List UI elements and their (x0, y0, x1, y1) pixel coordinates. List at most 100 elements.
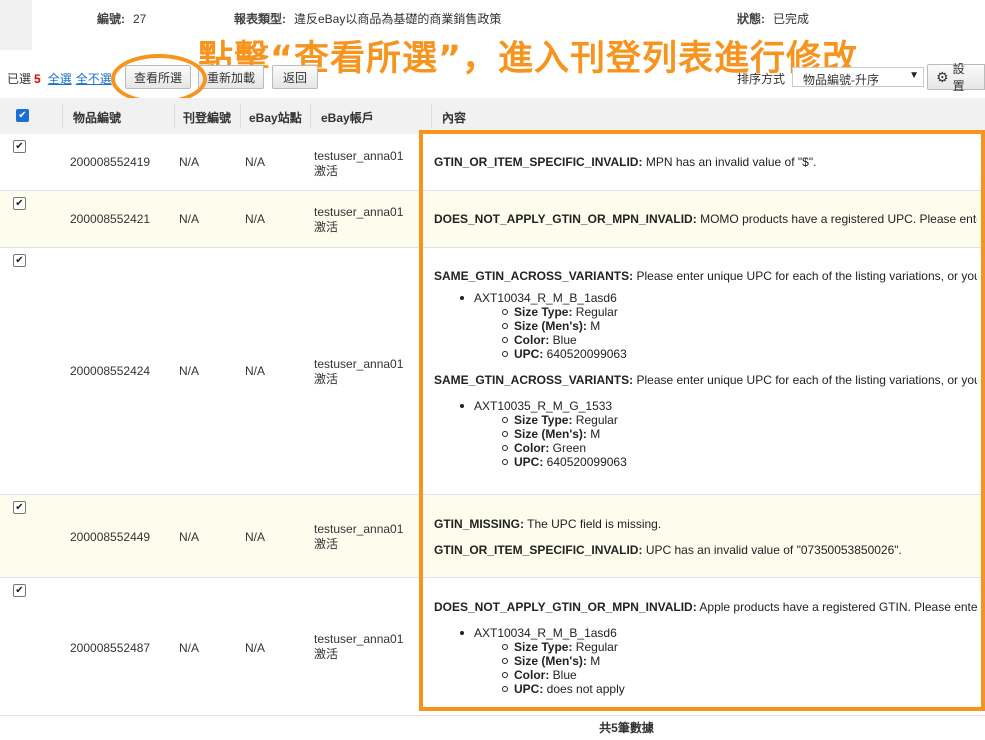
item-number: 200008552487 (70, 641, 151, 655)
column-header-content: 內容 (442, 111, 467, 125)
ebay-account: testuser_anna01 激活 (314, 149, 403, 179)
error-text: Apple products have a registered GTIN. P… (696, 600, 977, 614)
error-message: GTIN_MISSING: The UPC field is missing. (434, 517, 977, 531)
account-name: testuser_anna01 (314, 632, 404, 646)
account-status: 激活 (314, 220, 339, 234)
column-divider (240, 104, 241, 128)
attr-label: Size Type: (514, 640, 573, 654)
attr-label: UPC: (514, 455, 544, 469)
ebay-site: N/A (245, 212, 266, 226)
attr-label: Color: (514, 668, 550, 682)
attr-value: 640520099063 (543, 347, 627, 361)
account-name: testuser_anna01 (314, 149, 404, 163)
ebay-account: testuser_anna01 激活 (314, 522, 403, 552)
account-name: testuser_anna01 (314, 522, 404, 536)
attr-value: M (586, 319, 601, 333)
error-text: Please enter unique UPC for each of the … (633, 373, 977, 387)
account-name: testuser_anna01 (314, 357, 404, 371)
variation-list: AXT10035_R_M_G_1533 Size Type: Regular S… (434, 399, 977, 469)
list-item: AXT10034_R_M_B_1asd6 (434, 291, 977, 305)
attr-value: Regular (572, 413, 618, 427)
selected-label: 已選 (7, 72, 32, 86)
list-item: Color: Blue (434, 333, 977, 347)
attr-label: UPC: (514, 347, 544, 361)
list-item: Size (Men's): M (434, 427, 977, 441)
gear-icon: ⚙ (936, 68, 949, 85)
variation-sku: AXT10034_R_M_B_1asd6 (474, 626, 617, 640)
item-number: 200008552449 (70, 530, 151, 544)
back-button[interactable]: 返回 (272, 65, 318, 89)
sort-label: 排序方式 (737, 72, 786, 86)
content-cell: DOES_NOT_APPLY_GTIN_OR_MPN_INVALID: MOMO… (434, 212, 977, 226)
table-row: ✔ 200008552424 N/A N/A testuser_anna01 激活… (0, 248, 985, 495)
table-header: ✔ 物品編號 刊登編號 eBay站點 eBay帳戶 內容 (0, 98, 985, 135)
account-name: testuser_anna01 (314, 205, 404, 219)
attr-value: Regular (572, 305, 618, 319)
table-row: ✔ 200008552449 N/A N/A testuser_anna01 激活… (0, 495, 985, 578)
account-status: 激活 (314, 164, 339, 178)
list-item: Size Type: Regular (434, 305, 977, 319)
attr-value: Blue (549, 668, 577, 682)
attr-label: Color: (514, 441, 550, 455)
select-none-link[interactable]: 全不選 (76, 72, 112, 86)
variation-sku: AXT10034_R_M_B_1asd6 (474, 291, 617, 305)
attr-value: Blue (549, 333, 577, 347)
row-checkbox[interactable]: ✔ (13, 254, 26, 267)
list-item: Color: Green (434, 441, 977, 455)
attr-value: does not apply (543, 682, 625, 696)
variation-list: AXT10034_R_M_B_1asd6 Size Type: Regular … (434, 626, 977, 696)
column-header-account: eBay帳戶 (321, 111, 374, 125)
report-type: 報表類型: 違反eBay以商品為基礎的商業銷售政策 (234, 12, 502, 26)
account-status: 激活 (314, 647, 339, 661)
select-all-checkbox[interactable]: ✔ (16, 109, 29, 122)
reload-button[interactable]: 重新加載 (198, 65, 264, 89)
settings-button[interactable]: ⚙ 設置 (927, 62, 985, 93)
listing-number: N/A (179, 530, 200, 544)
row-checkbox[interactable]: ✔ (13, 501, 26, 514)
table-row: ✔ 200008552419 N/A N/A testuser_anna01 激活… (0, 134, 985, 191)
row-checkbox[interactable]: ✔ (13, 197, 26, 210)
ebay-account: testuser_anna01 激活 (314, 205, 403, 235)
attr-label: Size (Men's): (514, 654, 587, 668)
attr-value: Regular (572, 640, 618, 654)
variation-list: AXT10034_R_M_B_1asd6 Size Type: Regular … (434, 291, 977, 361)
attr-label: Size Type: (514, 305, 573, 319)
attr-value: M (586, 654, 601, 668)
ebay-site: N/A (245, 641, 266, 655)
column-header-item-no: 物品編號 (73, 111, 122, 125)
list-item: Color: Blue (434, 668, 977, 682)
error-code: SAME_GTIN_ACROSS_VARIANTS: (434, 373, 634, 387)
list-item: UPC: 640520099063 (434, 347, 977, 361)
error-code: SAME_GTIN_ACROSS_VARIANTS: (434, 269, 634, 283)
listing-number: N/A (179, 364, 200, 378)
error-message: SAME_GTIN_ACROSS_VARIANTS: Please enter … (434, 373, 977, 387)
error-text: Please enter unique UPC for each of the … (633, 269, 977, 283)
list-item: AXT10035_R_M_G_1533 (434, 399, 977, 413)
selected-count: 5 (34, 72, 41, 86)
list-item: Size (Men's): M (434, 319, 977, 333)
listing-number: N/A (179, 641, 200, 655)
content-cell: GTIN_OR_ITEM_SPECIFIC_INVALID: MPN has a… (434, 155, 977, 169)
attr-value: M (586, 427, 601, 441)
sort-select[interactable]: 物品編號-升序 ▼ (792, 67, 924, 87)
row-checkbox[interactable]: ✔ (13, 140, 26, 153)
report-id: 編號: 27 (97, 12, 147, 26)
list-item: UPC: does not apply (434, 682, 977, 696)
list-item: Size Type: Regular (434, 413, 977, 427)
ebay-account: testuser_anna01 激活 (314, 632, 403, 662)
error-code: GTIN_MISSING: (434, 517, 525, 531)
attr-value: Green (549, 441, 587, 455)
select-all-link[interactable]: 全選 (48, 72, 72, 86)
row-checkbox[interactable]: ✔ (13, 584, 26, 597)
report-status: 狀態: 已完成 (737, 12, 810, 26)
attr-value: 640520099063 (543, 455, 627, 469)
item-number: 200008552419 (70, 155, 151, 169)
error-text: The UPC field is missing. (524, 517, 662, 531)
list-item: UPC: 640520099063 (434, 455, 977, 469)
attr-label: Size (Men's): (514, 427, 587, 441)
error-code: DOES_NOT_APPLY_GTIN_OR_MPN_INVALID: (434, 600, 697, 614)
item-number: 200008552421 (70, 212, 151, 226)
account-status: 激活 (314, 537, 339, 551)
listing-number: N/A (179, 155, 200, 169)
error-text: MPN has an invalid value of "$". (642, 155, 817, 169)
